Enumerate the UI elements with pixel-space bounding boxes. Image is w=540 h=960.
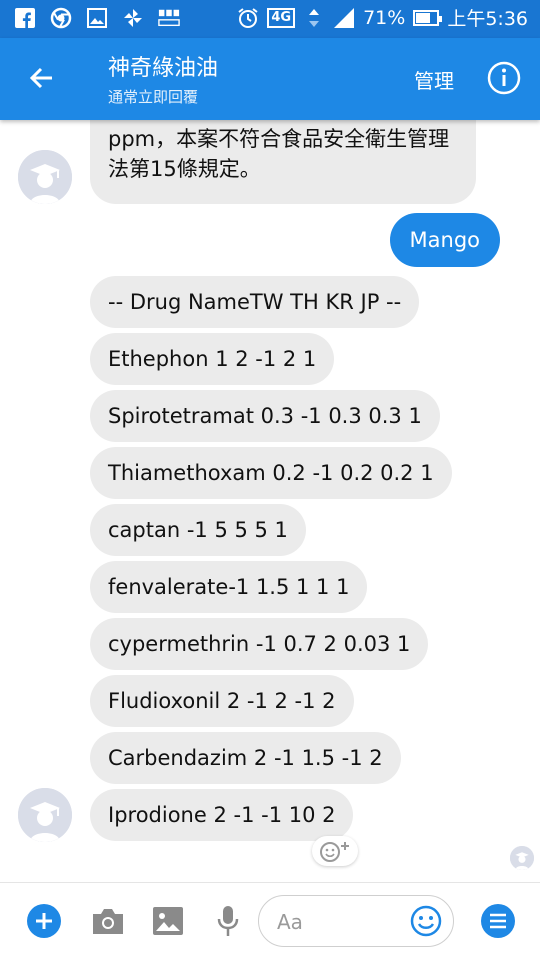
message-list[interactable]: 標準」，農藥殘留容許量極限為 0.01 ppm，本案不符合食品安全衛生管理法第1…	[0, 120, 540, 882]
message-text: fenvalerate-1 1.5 1 1 1	[108, 575, 350, 599]
facebook-icon	[14, 7, 36, 29]
microphone-icon[interactable]	[210, 903, 246, 939]
message-bubble[interactable]: Ethephon 1 2 -1 2 1	[90, 333, 335, 385]
message-text: Ethephon 1 2 -1 2 1	[108, 347, 317, 371]
message-text: Fludioxonil 2 -1 2 -1 2	[108, 689, 336, 713]
response-time: 通常立即回覆	[108, 88, 199, 106]
message-text: Mango	[409, 228, 480, 252]
plus-icon[interactable]	[26, 903, 62, 939]
image-icon[interactable]	[150, 903, 186, 939]
message-bubble[interactable]: -- Drug NameTW TH KR JP --	[90, 276, 420, 328]
conversation-header: 神奇綠油油 通常立即回覆 管理	[0, 38, 540, 120]
signal-icon	[333, 7, 355, 29]
bbc-news-icon	[158, 7, 180, 29]
message-bubble[interactable]: cypermethrin -1 0.7 2 0.03 1	[90, 618, 429, 670]
battery-icon	[413, 9, 443, 26]
avatar[interactable]	[18, 788, 72, 842]
conversation-title[interactable]: 神奇綠油油	[108, 50, 218, 82]
message-text: Thiamethoxam 0.2 -1 0.2 0.2 1	[108, 461, 434, 485]
seen-avatar	[510, 846, 534, 870]
camera-icon[interactable]	[90, 903, 126, 939]
message-text: Spirotetramat 0.3 -1 0.3 0.3 1	[108, 404, 422, 428]
message-text: cypermethrin -1 0.7 2 0.03 1	[108, 632, 411, 656]
message-bubble[interactable]: Spirotetramat 0.3 -1 0.3 0.3 1	[90, 390, 440, 442]
message-bubble[interactable]: Iprodione 2 -1 -1 10 2	[90, 789, 354, 841]
network-type: 4G	[267, 7, 296, 28]
message-composer	[0, 882, 540, 960]
battery-percent: 71%	[363, 6, 406, 29]
message-bubble[interactable]: Fludioxonil 2 -1 2 -1 2	[90, 675, 354, 727]
avatar[interactable]	[18, 150, 72, 204]
message-text: 標準」，農藥殘留容許量極限為 0.01 ppm，本案不符合食品安全衛生管理法第1…	[108, 120, 450, 181]
message-bubble[interactable]: captan -1 5 5 5 1	[90, 504, 306, 556]
menu-icon[interactable]	[480, 903, 516, 939]
manage-button[interactable]: 管理	[414, 65, 454, 94]
message-text: captan -1 5 5 5 1	[108, 518, 288, 542]
message-bubble[interactable]: fenvalerate-1 1.5 1 1 1	[90, 561, 368, 613]
info-icon[interactable]	[486, 60, 522, 96]
message-text: Iprodione 2 -1 -1 10 2	[108, 803, 336, 827]
gallery-icon	[86, 7, 108, 29]
back-arrow-icon[interactable]	[26, 62, 58, 94]
emoji-icon[interactable]	[409, 904, 443, 938]
message-bubble[interactable]: 標準」，農藥殘留容許量極限為 0.01 ppm，本案不符合食品安全衛生管理法第1…	[90, 120, 476, 204]
message-bubble[interactable]: Carbendazim 2 -1 1.5 -1 2	[90, 732, 401, 784]
chrome-icon	[50, 7, 72, 29]
message-bubble[interactable]: Thiamethoxam 0.2 -1 0.2 0.2 1	[90, 447, 452, 499]
status-bar: 4G 71% 上午5:36	[0, 0, 540, 38]
sent-message-bubble[interactable]: Mango	[389, 213, 500, 267]
message-input-box[interactable]	[258, 895, 454, 947]
add-reaction-icon[interactable]	[312, 836, 358, 866]
pinwheel-icon	[122, 7, 144, 29]
message-text: Carbendazim 2 -1 1.5 -1 2	[108, 746, 383, 770]
alarm-icon	[237, 7, 259, 29]
clock: 上午5:36	[447, 8, 528, 30]
message-text: -- Drug NameTW TH KR JP --	[108, 290, 402, 314]
data-arrows-icon	[303, 7, 325, 29]
message-input[interactable]	[277, 908, 397, 936]
